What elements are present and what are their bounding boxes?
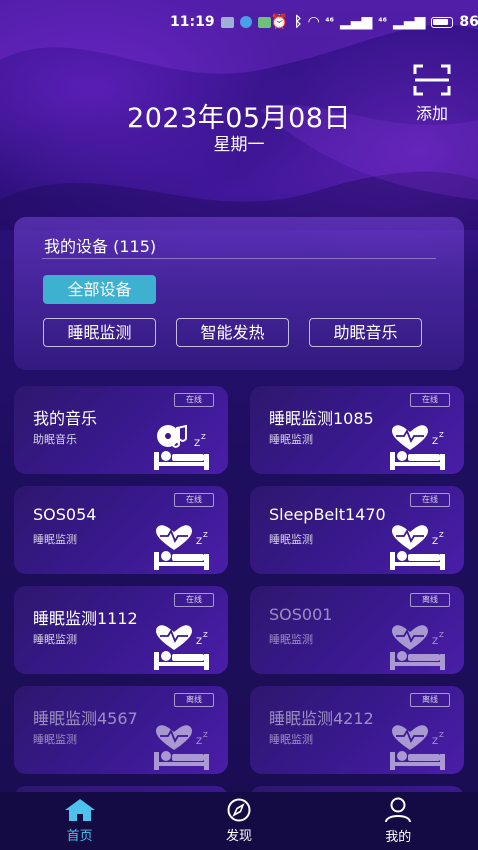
device-card[interactable]: 离线 睡眠监测4212 睡眠监测 Z Z — [250, 686, 464, 774]
music-sleep-icon: Z Z — [152, 424, 210, 474]
device-card[interactable]: 在线 SOS054 睡眠监测 Z Z — [14, 486, 228, 574]
device-type: 睡眠监测 — [269, 633, 313, 646]
svg-text:Z: Z — [203, 631, 208, 639]
device-name: SleepBelt1470 — [269, 505, 386, 524]
svg-text:Z: Z — [196, 537, 202, 547]
device-name: SOS001 — [269, 605, 333, 624]
device-card[interactable]: 在线 睡眠监测1112 睡眠监测 Z Z — [14, 586, 228, 674]
device-name: 我的音乐 — [33, 409, 98, 428]
my-devices-panel: 我的设备 (115) 全部设备 睡眠监测 智能发热 助眠音乐 — [14, 217, 464, 370]
hd-icon — [220, 16, 234, 28]
device-type: 睡眠监测 — [269, 433, 313, 446]
device-status-badge: 离线 — [410, 693, 450, 707]
add-device-label: 添加 — [415, 104, 448, 123]
device-card[interactable]: 离线 睡眠监测4567 睡眠监测 Z Z — [14, 686, 228, 774]
signal-icon: ▂▄▆ — [339, 14, 373, 30]
nav-discover[interactable]: 发现 — [179, 798, 299, 844]
heart-sleep-icon: Z Z — [388, 624, 446, 674]
filter-sleep-music[interactable]: 助眠音乐 — [309, 318, 422, 347]
signal-label-1: ⁴⁶ — [325, 16, 334, 28]
battery-icon — [431, 16, 454, 28]
heart-sleep-icon: Z Z — [388, 524, 446, 574]
heart-sleep-icon: Z Z — [152, 524, 210, 574]
filter-all-devices[interactable]: 全部设备 — [43, 275, 156, 304]
device-card[interactable]: 在线 SleepBelt1470 睡眠监测 Z Z — [250, 486, 464, 574]
device-status-badge: 离线 — [174, 693, 214, 707]
filter-sleep-monitor[interactable]: 睡眠监测 — [43, 318, 156, 347]
compass-icon — [227, 798, 251, 822]
svg-text:Z: Z — [196, 637, 202, 647]
device-name: 睡眠监测1085 — [269, 409, 374, 428]
panel-divider — [42, 258, 436, 259]
heart-sleep-icon: Z Z — [388, 424, 446, 474]
svg-text:Z: Z — [439, 631, 444, 639]
status-bar: 11:19 ⏰ ᛒ ◠ ⁴⁶ ▂▄▆ ⁴⁶ ▂▄▆ 86% — [0, 0, 478, 44]
svg-text:Z: Z — [203, 531, 208, 539]
signal-icon-2: ▂▄▆ — [393, 14, 426, 30]
device-name: 睡眠监测4212 — [269, 709, 374, 728]
device-name: 睡眠监测1112 — [33, 609, 138, 628]
nav-home[interactable]: 首页 — [20, 798, 140, 844]
svg-text:Z: Z — [194, 439, 200, 449]
bottom-nav: 首页 发现 我的 — [0, 792, 478, 850]
device-type: 助眠音乐 — [33, 433, 77, 446]
battery-percent: 86% — [459, 14, 478, 30]
svg-text:Z: Z — [439, 731, 444, 739]
filter-smart-heating[interactable]: 智能发热 — [176, 318, 289, 347]
svg-text:Z: Z — [201, 433, 206, 441]
nav-home-label: 首页 — [66, 829, 93, 844]
svg-text:Z: Z — [432, 437, 438, 447]
my-devices-title: 我的设备 (115) — [44, 237, 157, 256]
svg-text:Z: Z — [196, 737, 202, 747]
device-type: 睡眠监测 — [33, 533, 77, 546]
wifi-icon: ◠ — [308, 14, 320, 30]
device-card[interactable]: 在线 我的音乐 助眠音乐 Z Z — [14, 386, 228, 474]
signal-label-2: ⁴⁶ — [378, 16, 388, 28]
device-card[interactable]: 离线 SOS001 睡眠监测 Z Z — [250, 586, 464, 674]
scan-icon — [413, 64, 451, 96]
device-name: SOS054 — [33, 505, 97, 524]
home-icon — [64, 799, 95, 821]
device-status-badge: 离线 — [410, 593, 450, 607]
status-time: 11:19 — [170, 14, 215, 30]
device-type: 睡眠监测 — [33, 633, 77, 646]
heart-sleep-icon: Z Z — [388, 724, 446, 774]
device-status-badge: 在线 — [174, 393, 214, 407]
svg-text:Z: Z — [432, 637, 438, 647]
current-weekday: 星期一 — [213, 135, 265, 155]
device-status-badge: 在线 — [174, 493, 214, 507]
svg-text:Z: Z — [439, 431, 444, 439]
add-device-button[interactable]: 添加 — [408, 64, 456, 124]
device-type: 睡眠监测 — [33, 733, 77, 746]
device-status-badge: 在线 — [410, 493, 450, 507]
app-notification-icon-2 — [257, 16, 271, 28]
svg-text:Z: Z — [439, 531, 444, 539]
alarm-icon: ⏰ — [270, 14, 289, 30]
battery-fill — [433, 18, 449, 25]
nav-mine-label: 我的 — [385, 830, 412, 845]
device-name: 睡眠监测4567 — [33, 709, 138, 728]
bluetooth-icon: ᛒ — [294, 14, 303, 30]
device-card[interactable]: 在线 睡眠监测1085 睡眠监测 Z Z — [250, 386, 464, 474]
heart-sleep-icon: Z Z — [152, 724, 210, 774]
device-type: 睡眠监测 — [269, 533, 313, 546]
user-icon — [385, 797, 412, 823]
device-status-badge: 在线 — [410, 393, 450, 407]
svg-text:Z: Z — [203, 731, 208, 739]
device-type: 睡眠监测 — [269, 733, 313, 746]
nav-mine[interactable]: 我的 — [338, 797, 458, 845]
heart-sleep-icon: Z Z — [152, 624, 210, 674]
nav-discover-label: 发现 — [225, 829, 252, 844]
app-notification-icon — [239, 16, 252, 28]
svg-text:Z: Z — [432, 737, 438, 747]
svg-text:Z: Z — [432, 537, 438, 547]
device-status-badge: 在线 — [174, 593, 214, 607]
